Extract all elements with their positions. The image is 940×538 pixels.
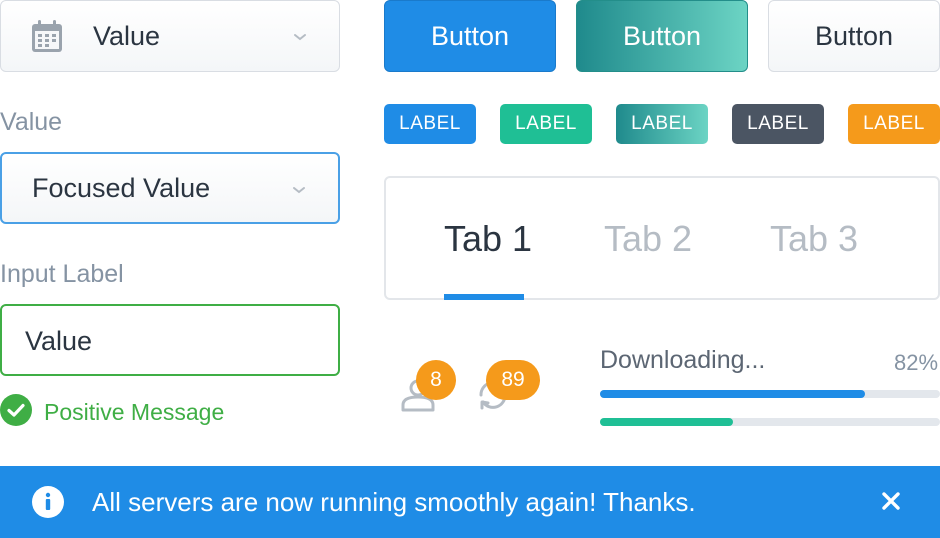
progress-track-1: [600, 390, 940, 398]
text-input[interactable]: Value: [0, 304, 340, 376]
focused-select-label: Value: [0, 108, 63, 136]
gradient-button[interactable]: Button: [576, 0, 748, 72]
close-icon[interactable]: [880, 490, 902, 517]
chevron-down-icon: [292, 182, 306, 200]
progress-track-2: [600, 418, 940, 426]
info-alert: All servers are now running smoothly aga…: [0, 466, 940, 538]
tab-bar: Tab 1 Tab 2 Tab 3: [384, 176, 940, 300]
chevron-down-icon: [293, 29, 307, 47]
primary-button[interactable]: Button: [384, 0, 556, 72]
label-green: LABEL: [500, 104, 592, 144]
sync-count-badge: 89: [486, 360, 540, 400]
focused-select[interactable]: Focused Value: [0, 152, 340, 224]
progress-fill-1: [600, 390, 866, 398]
alert-message: All servers are now running smoothly aga…: [92, 487, 696, 517]
active-tab-indicator: [444, 294, 524, 300]
info-icon: [32, 486, 64, 523]
select-value: Focused Value: [32, 173, 211, 203]
progress-fill-2: [600, 418, 733, 426]
label-dark: LABEL: [732, 104, 824, 144]
label-orange: LABEL: [848, 104, 940, 144]
date-select[interactable]: Value: [0, 0, 340, 72]
download-label: Downloading...: [600, 346, 766, 374]
download-percent: 82%: [894, 350, 939, 375]
tab-3[interactable]: Tab 3: [770, 218, 858, 260]
positive-message-text: Positive Message: [44, 399, 225, 425]
default-button[interactable]: Button: [768, 0, 940, 72]
label-gradient: LABEL: [616, 104, 708, 144]
user-count-badge: 8: [416, 360, 456, 400]
positive-message: Positive Message: [0, 394, 224, 431]
calendar-icon: [31, 19, 63, 58]
label-blue: LABEL: [384, 104, 476, 144]
check-circle-icon: [0, 394, 32, 431]
select-value: Value: [93, 21, 161, 51]
tab-2[interactable]: Tab 2: [604, 218, 692, 260]
input-label: Input Label: [0, 260, 124, 288]
input-value: Value: [25, 326, 93, 356]
tab-1[interactable]: Tab 1: [444, 218, 532, 260]
